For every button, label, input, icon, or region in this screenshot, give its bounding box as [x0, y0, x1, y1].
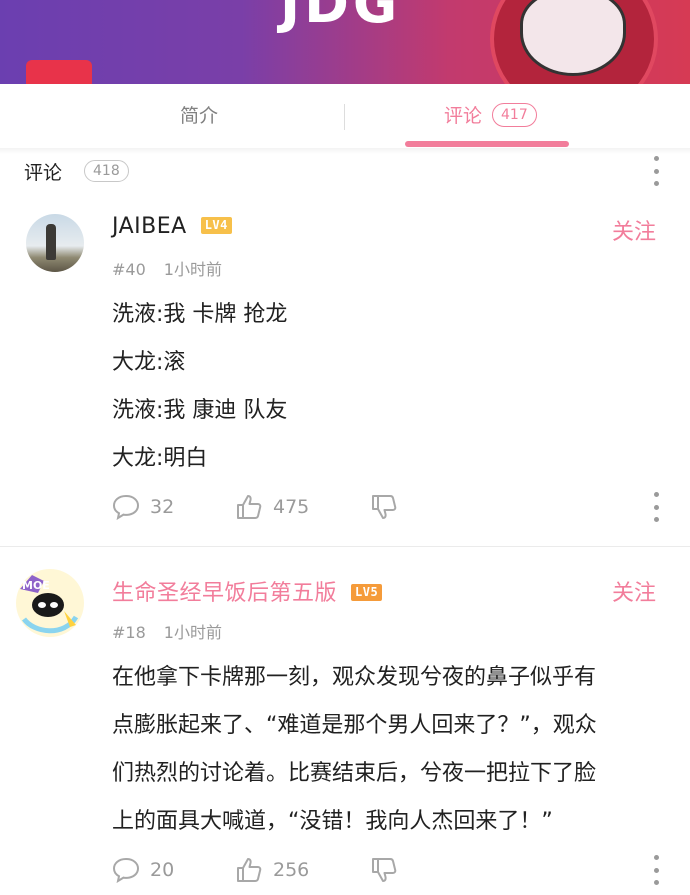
comment-meta: #40 1小时前: [112, 256, 222, 280]
avatar-figure: [46, 224, 56, 260]
comment-line: 大龙:明白: [112, 446, 208, 471]
comment-more-icon[interactable]: [652, 855, 660, 885]
like-count: 475: [273, 496, 310, 518]
comment-line: 上的面具大喊道，“没错！我向人杰回来了！”: [112, 809, 553, 834]
comment-time: 1小时前: [163, 623, 222, 642]
thumbs-up-icon: [237, 495, 262, 519]
thumbs-down-icon: [372, 495, 397, 519]
follow-button[interactable]: 关注: [612, 575, 656, 607]
tab-bar: 简介 评论 417: [0, 84, 690, 149]
comment-time: 1小时前: [163, 260, 222, 279]
moe-avatar-icon: MOE: [16, 569, 84, 637]
reply-count: 20: [150, 859, 175, 881]
thumbs-up-icon: [237, 858, 262, 882]
banner-logo-text: JDG: [280, 0, 402, 35]
comment-line: 大龙:滚: [112, 350, 186, 375]
comment-meta: #18 1小时前: [112, 619, 222, 643]
username-text: JAIBEA: [112, 214, 187, 239]
comment-line: 洗液:我 康迪 队友: [112, 398, 288, 423]
level-badge: LV5: [351, 583, 383, 601]
tab-intro[interactable]: 简介: [180, 100, 218, 132]
active-tab-indicator: [405, 141, 569, 147]
comment-item: JAIBEA LV4 关注 #40 1小时前 洗液:我 卡牌 抢龙 大龙:滚 洗液:…: [0, 192, 690, 546]
comment-floor: #18: [112, 623, 146, 642]
dislike-button[interactable]: [370, 853, 408, 887]
comment-line: 们热烈的讨论着。比赛结束后，兮夜一把拉下了脸: [112, 761, 597, 786]
tab-divider: [344, 104, 345, 130]
reply-button[interactable]: 32: [112, 490, 174, 524]
comment-actions: 32 475: [0, 490, 690, 524]
avatar[interactable]: [26, 214, 84, 272]
comments-total-count: 418: [84, 160, 129, 182]
reply-button[interactable]: 20: [112, 853, 174, 887]
like-count: 256: [273, 859, 310, 881]
tab-intro-label: 简介: [180, 105, 219, 127]
comment-username[interactable]: JAIBEA LV4: [112, 214, 232, 239]
comments-header: 评论 418: [0, 152, 690, 192]
like-button[interactable]: 475: [235, 490, 309, 524]
username-text: 生命圣经早饭后第五版: [112, 581, 338, 606]
tab-comments[interactable]: 评论 417: [444, 100, 537, 132]
comment-username[interactable]: 生命圣经早饭后第五版 LV5: [112, 575, 383, 607]
tab-comments-label: 评论: [444, 105, 483, 127]
banner-badge: [26, 60, 92, 84]
avatar[interactable]: MOE: [14, 567, 86, 639]
reply-icon: [112, 494, 140, 520]
follow-button[interactable]: 关注: [612, 214, 656, 246]
video-banner: JDG: [0, 0, 690, 84]
level-badge: LV4: [200, 216, 232, 234]
like-button[interactable]: 256: [235, 853, 309, 887]
svg-text:MOE: MOE: [22, 579, 50, 592]
reply-count: 32: [150, 496, 175, 518]
tab-comments-count: 417: [492, 102, 537, 127]
comment-line: 洗液:我 卡牌 抢龙: [112, 302, 288, 327]
more-options-icon[interactable]: [652, 156, 660, 186]
comment-item: MOE 生命圣经早饭后第五版 LV5 关注 #18 1小时前 在他拿下卡牌那一刻，观…: [0, 547, 690, 895]
reply-icon: [112, 857, 140, 883]
comment-line: 在他拿下卡牌那一刻，观众发现兮夜的鼻子似乎有: [112, 665, 597, 690]
comment-more-icon[interactable]: [652, 492, 660, 522]
comment-line: 点膨胀起来了、“难道是那个男人回来了？”，观众: [112, 713, 597, 738]
comments-title: 评论: [24, 162, 63, 184]
comment-floor: #40: [112, 260, 146, 279]
dislike-button[interactable]: [370, 490, 408, 524]
comment-actions: 20 256: [0, 853, 690, 887]
thumbs-down-icon: [372, 858, 397, 882]
